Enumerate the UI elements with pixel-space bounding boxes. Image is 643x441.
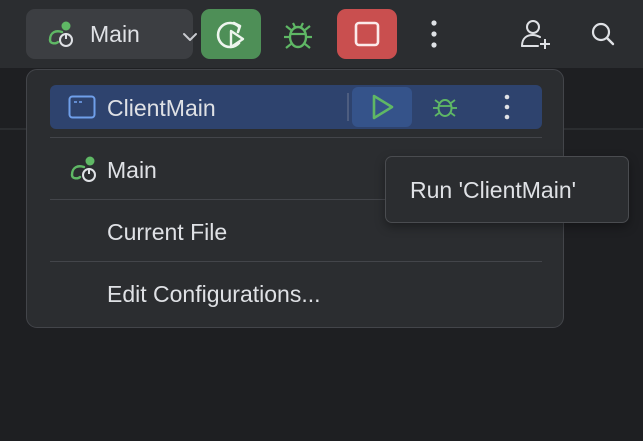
config-item-clientmain[interactable]: ClientMain	[50, 85, 542, 129]
tooltip: Run 'ClientMain'	[385, 156, 629, 223]
separator	[347, 93, 349, 121]
run-icon	[372, 94, 394, 120]
play-triangle	[372, 94, 394, 120]
class-icon	[68, 95, 96, 119]
rerun-button[interactable]	[201, 9, 261, 59]
search-icon	[591, 22, 615, 46]
divider	[50, 137, 542, 138]
config-item-label: Edit Configurations...	[107, 281, 321, 307]
add-user-icon	[521, 20, 550, 49]
divider	[50, 261, 542, 262]
debug-clientmain-icon[interactable]	[428, 91, 462, 123]
more-button[interactable]	[410, 9, 458, 59]
run-config-selector[interactable]: Main	[26, 9, 197, 59]
run-config-icon	[70, 156, 96, 182]
config-item-label: Main	[107, 157, 157, 183]
debug-button[interactable]	[268, 9, 328, 59]
run-config-icon	[48, 21, 73, 47]
tooltip-text: Run 'ClientMain'	[410, 177, 577, 203]
edit-configurations-item[interactable]: Edit Configurations...	[50, 271, 542, 315]
more-vertical-icon	[431, 20, 437, 48]
debug-icon	[284, 22, 312, 49]
add-user-button[interactable]	[510, 9, 560, 59]
config-item-label: Current File	[107, 219, 228, 245]
chevron-down-icon	[183, 33, 197, 41]
run-config-label: Main	[90, 21, 140, 47]
stop-button[interactable]	[337, 9, 397, 59]
main-toolbar: Main	[0, 0, 643, 68]
rerun-icon	[216, 21, 245, 49]
search-button[interactable]	[578, 9, 628, 59]
config-item-label: ClientMain	[107, 95, 216, 121]
run-clientmain-button[interactable]	[352, 87, 412, 127]
more-vertical-icon[interactable]	[496, 91, 518, 123]
stop-icon	[354, 21, 380, 47]
